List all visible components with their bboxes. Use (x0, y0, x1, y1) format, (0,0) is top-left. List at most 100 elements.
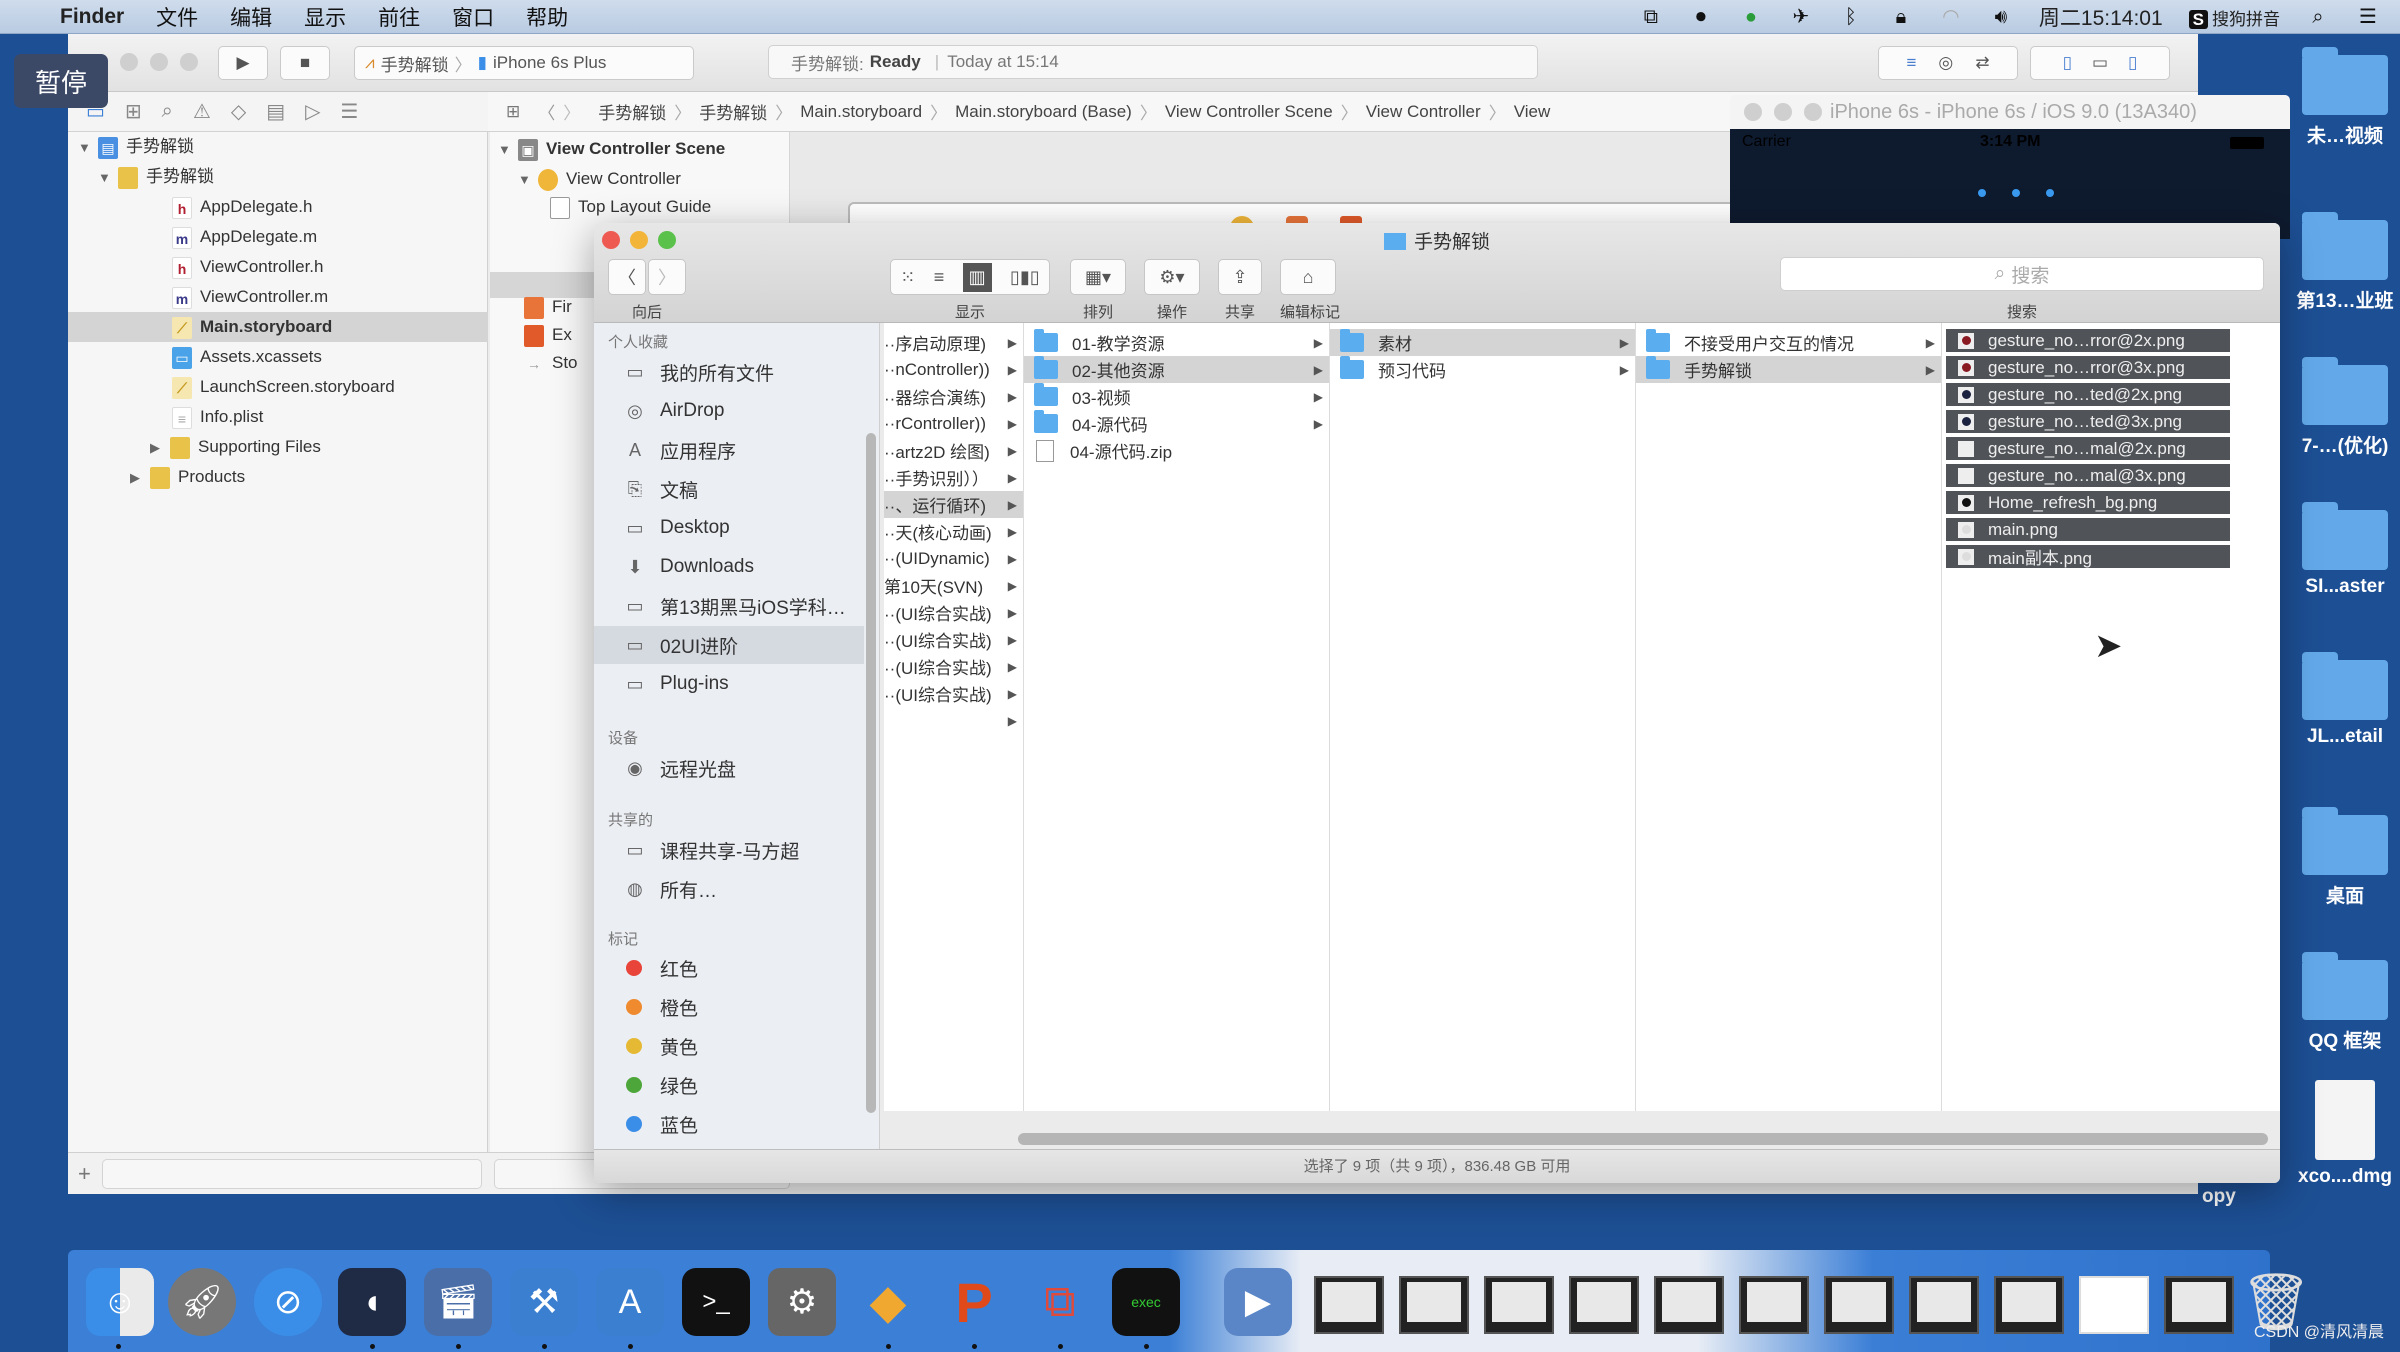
selected-file-row[interactable]: gesture_no…rror@2x.png (1946, 329, 2230, 354)
outline-exit[interactable]: Ex (524, 320, 572, 350)
menu-window[interactable]: 窗口 (452, 2, 494, 32)
sidebar-tag-yellow[interactable]: 黄色 (594, 1027, 864, 1065)
minimized-window[interactable] (1739, 1276, 1809, 1334)
sidebar-item-folder[interactable]: ▭ 第13期黑马iOS学科… (594, 587, 864, 625)
tree-item[interactable]: ▭ Assets.xcassets (172, 342, 322, 372)
sidebar-item-applications[interactable]: A 应用程序 (594, 431, 864, 469)
jumpbar-view[interactable]: View (1514, 102, 1551, 122)
remote-desktop-dock-icon[interactable]: ⧉ (1026, 1268, 1094, 1336)
menu-view[interactable]: 显示 (304, 2, 346, 32)
camera-record-icon[interactable]: ⏺ (1689, 5, 1713, 29)
sidebar-item-documents[interactable]: ⎘ 文稿 (594, 470, 864, 508)
desktop-folder[interactable]: 未…视频 (2290, 47, 2400, 148)
sidebar-tag-green[interactable]: 绿色 (594, 1066, 864, 1104)
xcode-zoom-button[interactable] (180, 53, 198, 71)
disclosure-open-icon[interactable]: ▼ (78, 133, 92, 163)
desktop-folder[interactable]: SI...aster (2290, 502, 2400, 598)
sidebar-item-desktop[interactable]: ▭ Desktop (594, 509, 864, 547)
bluetooth-icon[interactable]: ᛒ (1839, 5, 1863, 29)
menu-clock[interactable]: 周二15:14:01 (2039, 2, 2163, 32)
folder-row[interactable]: ··(UI综合实战) ▶ (884, 626, 1023, 653)
jumpbar-file-base[interactable]: Main.storyboard (Base) (955, 102, 1132, 122)
standard-editor-icon[interactable]: ≡ (1906, 53, 1916, 73)
keynote-p-dock-icon[interactable]: P (940, 1268, 1008, 1336)
selected-file-row[interactable]: gesture_no…mal@3x.png (1946, 464, 2230, 489)
sidebar-item-all-shared[interactable]: ◍ 所有… (594, 870, 864, 908)
xcode-minimize-button[interactable] (150, 53, 168, 71)
share-button[interactable]: ⇪ (1218, 259, 1262, 295)
forward-button[interactable]: 〉 (648, 259, 686, 295)
navigator-toggle-icon[interactable]: ▯ (2063, 53, 2072, 73)
sidebar-scrollbar[interactable] (866, 433, 876, 1113)
launchpad-dock-icon[interactable]: 🚀︎ (168, 1268, 236, 1336)
desktop-folder[interactable]: 桌面 (2290, 807, 2400, 908)
folder-row[interactable]: ▶ (884, 707, 1023, 734)
debug-toggle-icon[interactable]: ▭ (2092, 53, 2108, 73)
debug-navigator-icon[interactable]: ▤ (266, 99, 285, 124)
video-editor-dock-icon[interactable]: 🎬︎ (424, 1268, 492, 1336)
menu-help[interactable]: 帮助 (526, 2, 568, 32)
minimized-window[interactable] (1569, 1276, 1639, 1334)
selected-file-row[interactable]: main.png (1946, 518, 2230, 543)
test-navigator-icon[interactable]: ◇ (231, 99, 246, 124)
folder-row[interactable]: 04-源代码 ▶ (1024, 410, 1329, 437)
symbol-navigator-icon[interactable]: ⊞ (125, 99, 142, 124)
utilities-toggle-icon[interactable]: ▯ (2128, 53, 2137, 73)
menu-app-name[interactable]: Finder (60, 5, 124, 29)
folder-row[interactable]: 03-视频 ▶ (1024, 383, 1329, 410)
cover-flow-icon[interactable]: ▯▮▯ (1010, 267, 1040, 288)
horizontal-scrollbar[interactable] (1018, 1133, 2268, 1145)
scheme-selector[interactable]: ⩘ 手势解锁 〉 ▮ iPhone 6s Plus (354, 46, 694, 80)
pause-overlay-button[interactable]: 暂停 (14, 54, 108, 108)
find-navigator-icon[interactable]: ⌕ (162, 100, 173, 123)
outline-controller[interactable]: ▼ View Controller (518, 164, 681, 194)
sidebar-tag-orange[interactable]: 橙色 (594, 988, 864, 1026)
disclosure-open-icon[interactable]: ▼ (498, 135, 512, 165)
navigator-filter-field[interactable] (102, 1159, 482, 1189)
menu-go[interactable]: 前往 (378, 2, 420, 32)
folder-row[interactable]: ··(UIDynamic) ▶ (884, 545, 1023, 572)
tree-item[interactable]: ≡ Info.plist (172, 402, 263, 432)
finder-dock-icon[interactable]: ☺ (86, 1268, 154, 1336)
folder-row[interactable]: ··rController)) ▶ (884, 410, 1023, 437)
lock-icon[interactable]: 🔒︎ (1889, 5, 1913, 29)
volume-icon[interactable]: 🔊︎ (1989, 5, 2013, 29)
folder-row[interactable]: ··nController)) ▶ (884, 356, 1023, 383)
related-items-icon[interactable]: ⊞ (506, 102, 520, 122)
simulator-zoom-button[interactable] (1804, 103, 1822, 121)
issue-navigator-icon[interactable]: ⚠ (193, 99, 211, 124)
system-preferences-dock-icon[interactable]: ⚙ (768, 1268, 836, 1336)
sidebar-item-all-files[interactable]: ▭ 我的所有文件 (594, 353, 864, 391)
sidebar-tag-red[interactable]: 红色 (594, 949, 864, 987)
console-dock-icon[interactable]: exec (1112, 1268, 1180, 1336)
terminal-dock-icon[interactable]: >_ (682, 1268, 750, 1336)
selected-file-row[interactable]: gesture_no…mal@2x.png (1946, 437, 2230, 462)
tree-item[interactable]: m ViewController.m (172, 282, 328, 312)
outline-scene[interactable]: ▼ ▣ View Controller Scene (498, 134, 725, 164)
minimized-window[interactable] (1399, 1276, 1469, 1334)
folder-row[interactable]: ··(UI综合实战) ▶ (884, 653, 1023, 680)
icon-view-icon[interactable]: ⁙ (900, 267, 915, 288)
back-button[interactable]: 〈 (608, 259, 646, 295)
disclosure-open-icon[interactable]: ▼ (518, 165, 532, 195)
outline-top-layout-guide[interactable]: Top Layout Guide (550, 192, 711, 222)
sidebar-tag-blue[interactable]: 蓝色 (594, 1105, 864, 1143)
jumpbar-file[interactable]: Main.storyboard (800, 102, 922, 122)
desktop-folder[interactable]: 第13…业班 (2290, 212, 2400, 313)
column-view-icon[interactable]: ▥ (962, 262, 992, 292)
simulator-minimize-button[interactable] (1774, 103, 1792, 121)
selected-file-row[interactable]: gesture_no…ted@3x.png (1946, 410, 2230, 435)
tree-item[interactable]: ⟋ LaunchScreen.storyboard (172, 372, 395, 402)
minimized-window[interactable] (1909, 1276, 1979, 1334)
desktop-folder[interactable]: QQ 框架 (2290, 952, 2400, 1053)
stop-button[interactable]: ■ (280, 46, 330, 80)
safari-dock-icon[interactable]: ⊘ (254, 1268, 322, 1336)
file-row[interactable]: 04-源代码.zip (1024, 437, 1329, 464)
simulator-dock-icon[interactable]: A (596, 1268, 664, 1336)
desktop-folder[interactable]: 7-…(优化) (2290, 357, 2400, 458)
menu-file[interactable]: 文件 (156, 2, 198, 32)
minimized-window[interactable] (1314, 1276, 1384, 1334)
minimized-window[interactable] (1484, 1276, 1554, 1334)
folder-row[interactable]: 第10天(SVN) ▶ (884, 572, 1023, 599)
disclosure-closed-icon[interactable]: ▶ (130, 463, 144, 493)
